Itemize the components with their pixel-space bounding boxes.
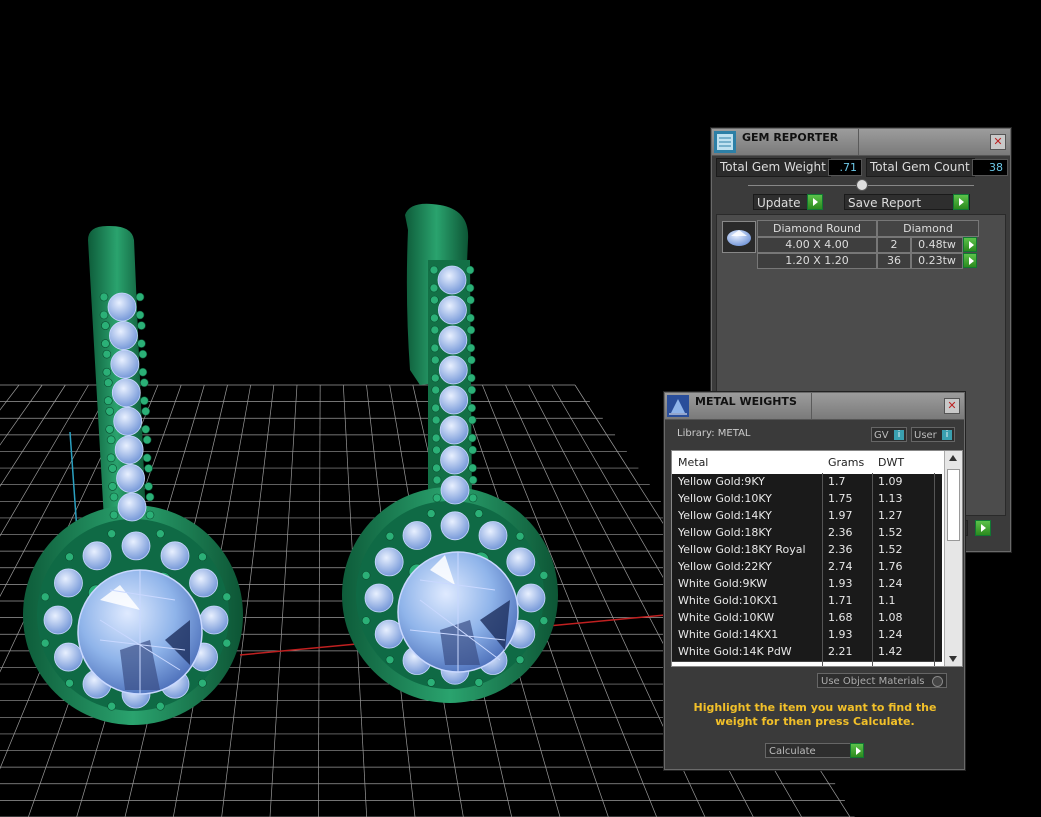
cell-dwt: 1.13: [878, 492, 903, 505]
gv-info-icon: i: [894, 430, 904, 440]
gem-row-1-count: 2: [877, 237, 911, 253]
column-grams[interactable]: Grams: [828, 456, 864, 469]
cell-grams: 2.21: [828, 645, 853, 658]
gem-row-1-weight: 0.48tw: [911, 237, 963, 253]
cell-dwt: 1.52: [878, 543, 903, 556]
metal-weights-title: METAL WEIGHTS: [695, 395, 797, 408]
gv-toggle[interactable]: GV i: [871, 427, 907, 442]
cell-grams: 1.97: [828, 509, 853, 522]
cell-metal: White Gold:10KX1: [678, 594, 779, 607]
cell-dwt: 1.24: [878, 577, 903, 590]
cell-dwt: 1.24: [878, 628, 903, 641]
user-info-icon: i: [942, 430, 952, 440]
update-go-icon[interactable]: [807, 194, 823, 210]
scroll-up-icon[interactable]: [949, 455, 957, 461]
close-icon[interactable]: ✕: [944, 398, 960, 414]
cell-grams: 2.36: [828, 526, 853, 539]
gem-header-type: Diamond: [877, 220, 979, 237]
table-row[interactable]: Yellow Gold:18KY 2.36 1.52: [672, 525, 942, 543]
table-row[interactable]: Yellow Gold:22KY 2.74 1.76: [672, 559, 942, 577]
table-row[interactable]: Yellow Gold:18KY Royal 2.36 1.52: [672, 542, 942, 560]
cell-metal: White Gold:14K PdW: [678, 645, 792, 658]
gem-row-2-go-icon[interactable]: [963, 253, 977, 268]
calculate-label: Calculate: [769, 746, 816, 757]
save-report-label: Save Report: [848, 196, 922, 210]
total-gem-count-value: 38: [972, 159, 1008, 176]
cell-dwt: 1.27: [878, 509, 903, 522]
calculate-button[interactable]: Calculate: [765, 743, 863, 758]
table-scrollbar[interactable]: [944, 451, 962, 666]
gem-reporter-titlebar[interactable]: GEM REPORTER ✕: [712, 129, 1010, 156]
save-report-button[interactable]: Save Report: [844, 194, 970, 210]
gem-row-1-size[interactable]: 4.00 X 4.00: [757, 237, 877, 253]
gem-header-shape: Diamond Round: [757, 220, 877, 237]
user-label: User: [914, 430, 937, 441]
table-row[interactable]: White Gold:10KX1 1.71 1.1: [672, 593, 942, 611]
metal-weights-titlebar[interactable]: METAL WEIGHTS ✕: [665, 393, 964, 420]
cell-metal: Yellow Gold:22KY: [678, 560, 772, 573]
cell-grams: 1.7: [828, 475, 846, 488]
metal-weights-table[interactable]: Metal Grams DWT Yellow Gold:9KY 1.7 1.09 Ye…: [671, 450, 963, 667]
total-gem-weight-value: .71: [828, 159, 862, 176]
diamond-round-icon: [722, 221, 756, 253]
gv-label: GV: [874, 430, 889, 441]
use-object-materials-label: Use Object Materials: [821, 676, 925, 687]
gem-row-1-go-icon[interactable]: [963, 237, 977, 252]
table-header: Metal Grams DWT: [672, 451, 962, 473]
cell-dwt: 1.08: [878, 611, 903, 624]
cell-grams: 1.93: [828, 577, 853, 590]
cell-metal: White Gold:9KW: [678, 577, 768, 590]
cell-metal: Yellow Gold:18KY: [678, 526, 772, 539]
cell-metal: Yellow Gold:10KY: [678, 492, 772, 505]
gem-row-2-size[interactable]: 1.20 X 1.20: [757, 253, 877, 269]
table-row[interactable]: White Gold:9KW 1.93 1.24: [672, 576, 942, 594]
save-report-go-icon[interactable]: [953, 194, 969, 210]
table-row[interactable]: Yellow Gold:9KY 1.7 1.09: [672, 474, 942, 492]
column-dwt[interactable]: DWT: [878, 456, 904, 469]
cell-dwt: 1.1: [878, 594, 896, 607]
scroll-thumb[interactable]: [947, 469, 960, 541]
cell-grams: 2.36: [828, 543, 853, 556]
column-metal[interactable]: Metal: [678, 456, 708, 469]
cell-metal: White Gold:10KW: [678, 611, 775, 624]
table-row[interactable]: Yellow Gold:10KY 1.75 1.13: [672, 491, 942, 509]
metal-weights-panel: METAL WEIGHTS ✕ Library: METAL GV i User…: [664, 392, 965, 770]
metal-weights-icon: [667, 395, 689, 417]
partial-go-icon[interactable]: [975, 520, 991, 536]
library-label: Library: METAL: [677, 428, 751, 439]
cell-dwt: 1.42: [878, 645, 903, 658]
radio-icon: [932, 676, 943, 687]
user-toggle[interactable]: User i: [911, 427, 955, 442]
cell-grams: 1.68: [828, 611, 853, 624]
cell-dwt: 1.09: [878, 475, 903, 488]
table-row[interactable]: White Gold:14K PdW 2.21 1.42: [672, 644, 942, 662]
gem-row-2-count: 36: [877, 253, 911, 269]
cell-dwt: 1.52: [878, 526, 903, 539]
gem-reporter-title: GEM REPORTER: [742, 131, 839, 144]
gem-row-2-weight: 0.23tw: [911, 253, 963, 269]
table-row[interactable]: White Gold:14KX1 1.93 1.24: [672, 627, 942, 645]
cell-grams: 1.93: [828, 628, 853, 641]
collapse-toggle-icon[interactable]: [856, 179, 868, 191]
gem-report-icon: [714, 131, 736, 153]
cell-metal: Yellow Gold:9KY: [678, 475, 765, 488]
cell-metal: Yellow Gold:18KY Royal: [678, 543, 806, 556]
table-row[interactable]: Yellow Gold:14KY 1.97 1.27: [672, 508, 942, 526]
calculate-go-icon[interactable]: [850, 743, 864, 758]
cell-metal: White Gold:14KX1: [678, 628, 779, 641]
hint-text: Highlight the item you want to find the …: [693, 701, 937, 728]
close-icon[interactable]: ✕: [990, 134, 1006, 150]
total-gem-count-label: Total Gem Count: [866, 158, 975, 177]
table-row[interactable]: White Gold:10KW 1.68 1.08: [672, 610, 942, 628]
cell-dwt: 1.76: [878, 560, 903, 573]
cell-grams: 1.71: [828, 594, 853, 607]
cell-grams: 1.75: [828, 492, 853, 505]
use-object-materials-toggle[interactable]: Use Object Materials: [817, 673, 947, 688]
total-gem-weight-label: Total Gem Weight: [716, 158, 831, 177]
scroll-down-icon[interactable]: [949, 656, 957, 662]
left-earring[interactable]: [23, 225, 243, 725]
cell-grams: 2.74: [828, 560, 853, 573]
update-label: Update: [757, 196, 801, 210]
cell-metal: Yellow Gold:14KY: [678, 509, 772, 522]
